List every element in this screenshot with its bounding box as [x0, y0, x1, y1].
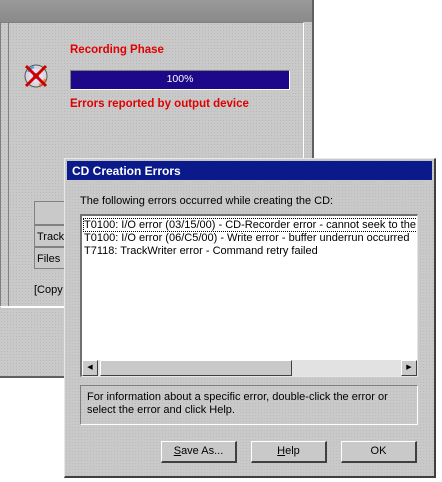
scroll-left-arrow-icon[interactable]: ◀	[82, 360, 98, 376]
error-list[interactable]: T0100: I/O error (03/15/00) - CD-Recorde…	[80, 214, 418, 377]
recording-window-titlebar[interactable]	[0, 0, 312, 22]
help-button[interactable]: Help	[251, 441, 327, 463]
recording-progress-bar: 100%	[70, 70, 290, 90]
copy-status-text: [Copy	[34, 284, 63, 296]
recording-phase-label: Recording Phase	[70, 44, 164, 56]
ok-button[interactable]: OK	[341, 441, 417, 463]
scroll-right-arrow-icon[interactable]: ▶	[401, 360, 417, 376]
error-list-item[interactable]: T0100: I/O error (03/15/00) - CD-Recorde…	[83, 218, 417, 232]
cd-error-icon	[22, 62, 50, 93]
help-info-text: For information about a specific error, …	[80, 385, 418, 425]
save-as-button[interactable]: Save As...	[161, 441, 237, 463]
error-list-item[interactable]: T0100: I/O error (06/C5/00) - Write erro…	[84, 232, 409, 244]
error-status-label: Errors reported by output device	[70, 98, 249, 110]
cd-creation-errors-dialog: CD Creation Errors The following errors …	[64, 158, 436, 478]
error-list-item[interactable]: T7118: TrackWriter error - Command retry…	[84, 245, 318, 257]
scrollbar-thumb[interactable]	[100, 360, 292, 376]
panel-divider	[0, 22, 9, 306]
horizontal-scrollbar[interactable]: ◀ ▶	[82, 360, 417, 376]
dialog-intro-text: The following errors occurred while crea…	[80, 195, 334, 207]
dialog-title-bar[interactable]: CD Creation Errors	[67, 161, 432, 180]
progress-percent: 100%	[166, 73, 194, 85]
